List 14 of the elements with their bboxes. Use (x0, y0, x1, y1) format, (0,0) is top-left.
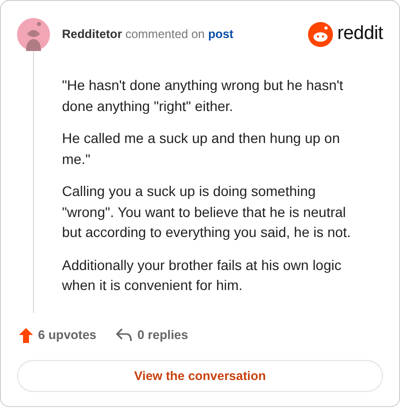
post-link[interactable]: post (208, 27, 234, 41)
upvote-icon[interactable] (19, 328, 33, 342)
comment-paragraph: "He hasn't done anything wrong but he hasn't done anything "right" either. (62, 76, 344, 116)
comment-paragraph: Calling you a suck up is doing something "wrong". You want to believe that he is neutral but according to everything you said, he is not. (62, 182, 352, 242)
view-conversation-button[interactable]: View the conversation (17, 360, 383, 392)
comment-meta: Redditetor commented on post (62, 27, 234, 41)
avatar-icon (17, 18, 50, 50)
reply-count: 0 replies (137, 328, 188, 342)
comment-paragraph: Additionally your brother fails at his own logic when it is convenient for him. (62, 256, 342, 295)
brand-name: reddit (337, 23, 383, 45)
alien-logo-icon (308, 22, 334, 46)
comment-paragraph: He called me a suck up and then hung up on me." (62, 129, 341, 168)
upvote-count: 6 upvotes (38, 328, 96, 342)
reply-icon[interactable] (116, 328, 132, 342)
